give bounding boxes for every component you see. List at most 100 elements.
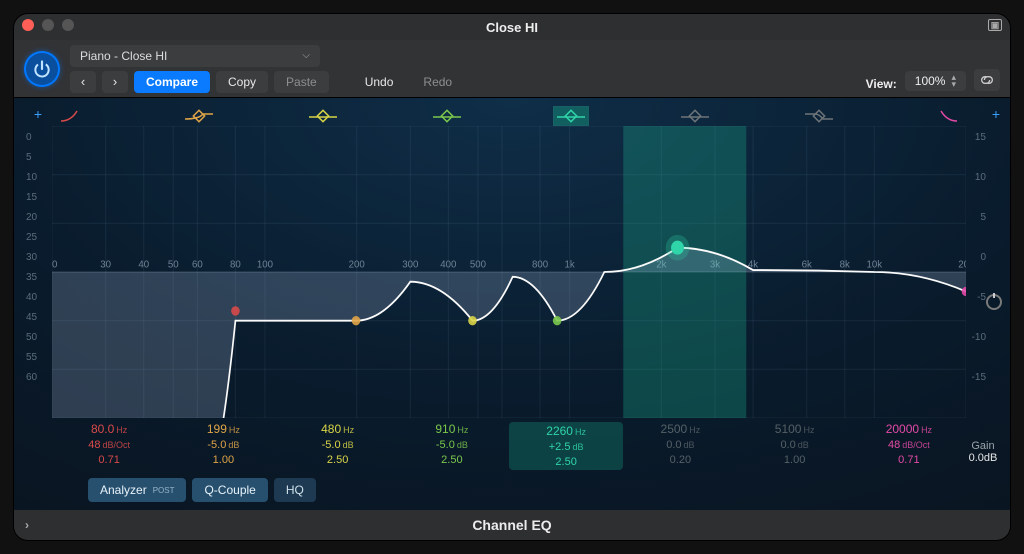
preset-name: Piano - Close HI: [80, 49, 167, 63]
snapshot-icon[interactable]: ▣: [988, 19, 1002, 31]
band-col-3[interactable]: 910Hz -5.0dB 2.50: [395, 422, 509, 470]
svg-text:50: 50: [168, 259, 179, 270]
zoom-icon[interactable]: [62, 19, 74, 31]
band-gain[interactable]: -5.0dB: [436, 439, 468, 451]
paste-button[interactable]: Paste: [274, 71, 329, 93]
power-icon: [32, 59, 52, 79]
plugin-window: Close HI ▣ Piano - Close HI ⌵ ‹ › Compar…: [14, 14, 1010, 540]
titlebar: Close HI ▣: [14, 14, 1010, 40]
band-col-2[interactable]: 480Hz -5.0dB 2.50: [281, 422, 395, 470]
eq-node[interactable]: [468, 316, 477, 325]
band-gain[interactable]: -5.0dB: [322, 439, 354, 451]
band-q[interactable]: 0.20: [670, 454, 691, 466]
svg-text:400: 400: [440, 259, 457, 270]
right-scale-tick: -10: [972, 332, 986, 343]
left-scale-tick: 20: [26, 212, 37, 223]
preset-select[interactable]: Piano - Close HI ⌵: [70, 45, 320, 67]
band-freq[interactable]: 80.0Hz: [91, 422, 127, 436]
analyzer-label: Analyzer: [100, 483, 147, 497]
band-type-lowshelf-1[interactable]: [182, 107, 216, 125]
compare-button[interactable]: Compare: [134, 71, 210, 93]
copy-button[interactable]: Copy: [216, 71, 268, 93]
band-type-bell-4[interactable]: [554, 107, 588, 125]
link-button[interactable]: [974, 69, 1000, 91]
close-icon[interactable]: [22, 19, 34, 31]
band-type-bell-5[interactable]: [678, 107, 712, 125]
left-scale-tick: 45: [26, 312, 37, 323]
band-freq[interactable]: 5100Hz: [775, 422, 815, 436]
expand-footer-button[interactable]: ›: [14, 518, 40, 532]
master-gain-knob[interactable]: [986, 294, 1002, 310]
band-col-4[interactable]: 2260Hz +2.5dB 2.50: [509, 422, 623, 470]
eq-node[interactable]: [231, 306, 240, 315]
band-q[interactable]: 2.50: [441, 454, 462, 466]
band-q[interactable]: 1.00: [784, 454, 805, 466]
right-scale-tick: 10: [975, 172, 986, 183]
band-q[interactable]: 1.00: [213, 454, 234, 466]
left-scale-tick: 30: [26, 252, 37, 263]
band-col-6[interactable]: 5100Hz 0.0dB 1.00: [738, 422, 852, 470]
band-freq[interactable]: 910Hz: [435, 422, 468, 436]
left-scale-tick: 40: [26, 292, 37, 303]
master-gain-value[interactable]: 0.0dB: [969, 452, 998, 464]
analyzer-mode: POST: [153, 486, 175, 495]
eq-node[interactable]: [352, 316, 361, 325]
traffic-lights: [22, 19, 74, 31]
band-freq[interactable]: 199Hz: [207, 422, 240, 436]
band-col-5[interactable]: 2500Hz 0.0dB 0.20: [623, 422, 737, 470]
svg-text:800: 800: [532, 259, 549, 270]
eq-node[interactable]: [671, 241, 684, 255]
band-q[interactable]: 0.71: [98, 454, 119, 466]
prev-preset-button[interactable]: ‹: [70, 71, 96, 93]
left-scale-tick: 15: [26, 192, 37, 203]
band-type-bell-3[interactable]: [430, 107, 464, 125]
header-right: View: 100% ▴▾: [866, 40, 1000, 97]
chevron-down-icon: ⌵: [302, 50, 310, 61]
left-scale-tick: 0: [26, 132, 32, 143]
band-type-highshelf-6[interactable]: [802, 107, 836, 125]
band-col-0[interactable]: 80.0Hz 48dB/Oct 0.71: [52, 422, 166, 470]
band-type-highcut-7[interactable]: [926, 107, 960, 125]
header-left-col: Piano - Close HI ⌵ ‹ › Compare Copy Past…: [70, 40, 856, 97]
footer: › Channel EQ: [14, 510, 1010, 540]
view-label: View:: [866, 77, 897, 91]
band-gain[interactable]: 48dB/Oct: [888, 439, 930, 451]
band-freq[interactable]: 2500Hz: [661, 422, 701, 436]
zoom-select[interactable]: 100% ▴▾: [905, 71, 966, 91]
band-gain[interactable]: 0.0dB: [780, 439, 808, 451]
band-freq[interactable]: 2260Hz: [546, 424, 586, 438]
next-preset-button[interactable]: ›: [102, 71, 128, 93]
right-scale-tick: 0: [980, 252, 986, 263]
left-plus-button[interactable]: +: [24, 102, 52, 126]
band-type-bell-2[interactable]: [306, 107, 340, 125]
band-params-row: 80.0Hz 48dB/Oct 0.71 199Hz -5.0dB 1.00 480Hz -5…: [52, 418, 966, 470]
band-q[interactable]: 0.71: [898, 454, 919, 466]
undo-button[interactable]: Undo: [353, 71, 406, 93]
qcouple-button[interactable]: Q-Couple: [192, 478, 267, 502]
band-gain[interactable]: 48dB/Oct: [88, 439, 130, 451]
redo-button[interactable]: Redo: [411, 71, 464, 93]
band-gain[interactable]: -5.0dB: [207, 439, 239, 451]
svg-text:200: 200: [349, 259, 366, 270]
band-col-7[interactable]: 20000Hz 48dB/Oct 0.71: [852, 422, 966, 470]
hq-button[interactable]: HQ: [274, 478, 316, 502]
band-type-lowcut-0[interactable]: [58, 107, 92, 125]
eq-graph[interactable]: 2030405060801002003004005008001k2k3k4k6k…: [52, 126, 966, 418]
window-title: Close HI: [486, 20, 538, 35]
band-freq[interactable]: 20000Hz: [886, 422, 932, 436]
band-gain[interactable]: 0.0dB: [666, 439, 694, 451]
band-col-1[interactable]: 199Hz -5.0dB 1.00: [166, 422, 280, 470]
band-q[interactable]: 2.50: [555, 456, 576, 468]
svg-text:100: 100: [257, 259, 274, 270]
power-button[interactable]: [24, 51, 60, 87]
header-controls: Piano - Close HI ⌵ ‹ › Compare Copy Past…: [14, 40, 1010, 98]
band-freq[interactable]: 480Hz: [321, 422, 354, 436]
analyzer-button[interactable]: Analyzer POST: [88, 478, 186, 502]
band-q[interactable]: 2.50: [327, 454, 348, 466]
svg-text:80: 80: [230, 259, 241, 270]
right-plus-button[interactable]: +: [992, 102, 1000, 126]
toolbar-row: ‹ › Compare Copy Paste Undo Redo: [70, 71, 856, 93]
band-gain[interactable]: +2.5dB: [549, 441, 584, 453]
minimize-icon[interactable]: [42, 19, 54, 31]
eq-node[interactable]: [553, 316, 562, 325]
